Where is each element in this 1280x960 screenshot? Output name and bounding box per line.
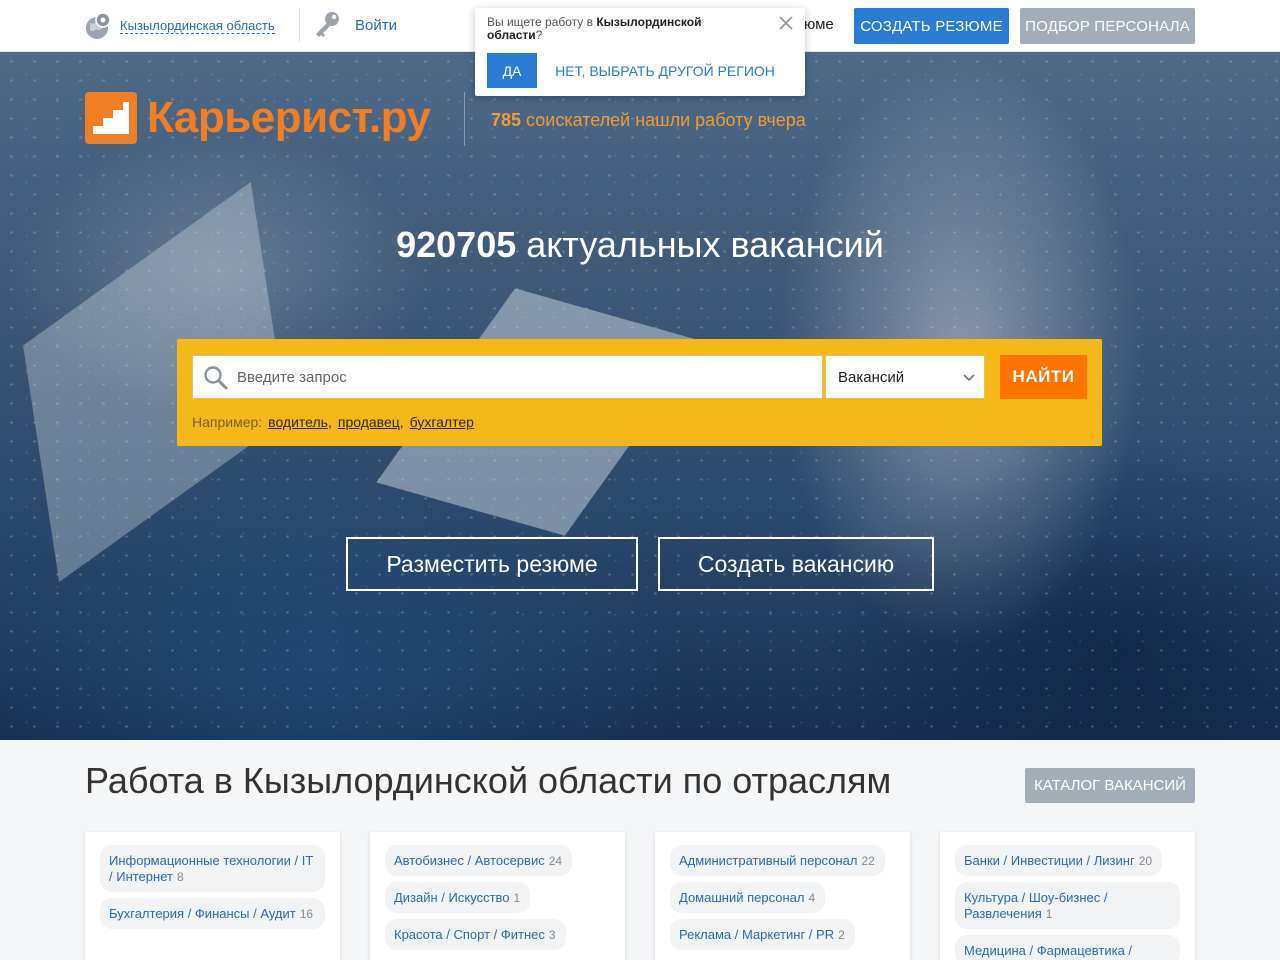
post-resume-button[interactable]: Разместить резюме xyxy=(346,537,638,591)
region-label[interactable]: Кызылординская область xyxy=(120,18,275,34)
industry-column: Административный персонал 22 Домашний пер… xyxy=(655,832,910,960)
search-input[interactable] xyxy=(237,356,817,398)
search-type-value: Вакансий xyxy=(838,368,905,386)
login-label[interactable]: Войти xyxy=(355,17,397,34)
industry-count: 20 xyxy=(1138,854,1153,868)
tagline-text: соискателей нашли работу вчера xyxy=(521,110,806,130)
example-link[interactable]: продавец xyxy=(338,414,400,430)
industry-link[interactable]: Административный персонал 22 xyxy=(670,845,885,876)
logo-stairs-icon xyxy=(85,92,137,144)
create-vacancy-button[interactable]: Создать вакансию xyxy=(658,537,934,591)
divider xyxy=(299,8,300,42)
industry-link[interactable]: Культура / Шоу-бизнес / Развлечения 1 xyxy=(955,882,1180,929)
globe-pin-icon xyxy=(86,12,111,39)
region-confirm-popup: Вы ищете работу в Кызылординской области… xyxy=(475,8,805,96)
vacancy-catalog-button[interactable]: КАТАЛОГ ВАКАНСИЙ xyxy=(1025,768,1195,803)
chevron-down-icon xyxy=(963,374,975,382)
tagline-count: 785 xyxy=(491,110,522,130)
example-link[interactable]: водитель xyxy=(268,414,328,430)
key-icon xyxy=(316,12,339,37)
industry-column: Информационные технологии / IT / Интерне… xyxy=(85,832,340,960)
industry-link[interactable]: Автобизнес / Автосервис 24 xyxy=(385,845,573,876)
choose-other-region-button[interactable]: НЕТ, ВЫБРАТЬ ДРУГОЙ РЕГИОН xyxy=(547,53,783,88)
tagline: 785 соискателей нашли работу вчера xyxy=(491,110,806,131)
site-logo[interactable]: Карьерист.ру xyxy=(85,92,431,144)
vacancy-text: актуальных вакансий xyxy=(516,224,884,265)
search-examples: Например: водитель, продавец, бухгалтер xyxy=(192,414,474,430)
region-selector[interactable]: Кызылординская область xyxy=(84,9,275,43)
industry-link[interactable]: Домашний персонал 4 xyxy=(670,882,826,913)
find-button[interactable]: НАЙТИ xyxy=(1000,355,1087,399)
industry-column: Автобизнес / Автосервис 24 Дизайн / Искус… xyxy=(370,832,625,960)
search-type-select[interactable]: Вакансий xyxy=(825,355,985,399)
region-question: Вы ищете работу в Кызылординской области… xyxy=(487,15,702,42)
vacancy-count: 920705 xyxy=(396,224,517,265)
close-icon[interactable] xyxy=(777,14,795,32)
industry-count: 24 xyxy=(548,854,563,868)
industry-count: 1 xyxy=(513,891,521,905)
industry-link[interactable]: Банки / Инвестиции / Лизинг 20 xyxy=(955,845,1163,876)
industry-count: 8 xyxy=(176,870,184,884)
industry-count: 3 xyxy=(548,928,556,942)
industry-link[interactable]: Дизайн / Искусство 1 xyxy=(385,882,531,913)
create-resume-button[interactable]: СОЗДАТЬ РЕЗЮМЕ xyxy=(854,8,1009,44)
hero-banner: Карьерист.ру 785 соискателей нашли работ… xyxy=(0,52,1280,740)
search-box[interactable] xyxy=(192,355,823,399)
divider xyxy=(464,92,465,146)
industry-count: 16 xyxy=(299,907,314,921)
example-link[interactable]: бухгалтер xyxy=(410,414,474,430)
industry-link[interactable]: Информационные технологии / IT / Интерне… xyxy=(100,845,325,892)
section-title: Работа в Кызылординской области по отрас… xyxy=(85,760,892,801)
industry-count: 1 xyxy=(1045,907,1053,921)
logo-text: Карьерист.ру xyxy=(147,93,431,142)
vacancy-headline: 920705 актуальных вакансий xyxy=(0,224,1280,266)
industry-count: 22 xyxy=(861,854,875,868)
industry-count: 4 xyxy=(808,891,816,905)
industry-link[interactable]: Медицина / Фармацевтика / xyxy=(955,935,1180,960)
industry-link[interactable]: Реклама / Маркетинг / PR 2 xyxy=(670,919,855,950)
industry-link[interactable]: Красота / Спорт / Фитнес 3 xyxy=(385,919,566,950)
industry-count: 2 xyxy=(838,928,845,942)
search-panel: Вакансий НАЙТИ Например: водитель, прода… xyxy=(177,339,1102,446)
search-icon xyxy=(204,366,228,390)
staff-selection-button[interactable]: ПОДБОР ПЕРСОНАЛА xyxy=(1020,8,1195,44)
confirm-region-button[interactable]: ДА xyxy=(487,53,537,88)
resume-link[interactable]: юме xyxy=(804,16,834,33)
industry-link[interactable]: Бухгалтерия / Финансы / Аудит 16 xyxy=(100,898,325,929)
industry-column: Банки / Инвестиции / Лизинг 20 Культура /… xyxy=(940,832,1195,960)
login-link[interactable]: Войти xyxy=(311,8,397,42)
examples-label: Например: xyxy=(192,414,263,430)
